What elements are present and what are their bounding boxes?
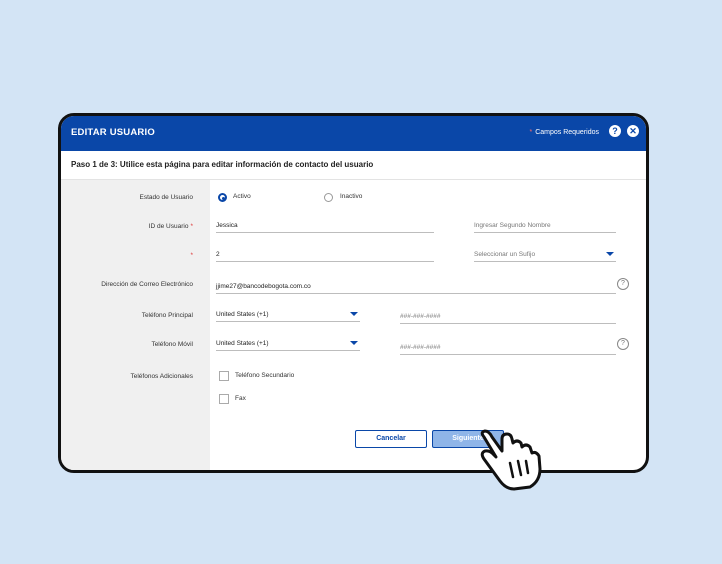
middle-name-field[interactable]: Ingresar Segundo Nombre [474,218,616,233]
middle-name-placeholder: Ingresar Segundo Nombre [474,222,551,229]
chevron-down-icon [350,341,358,345]
status-inactive-label: Inactivo [340,193,363,200]
mobile-phone-country: United States (+1) [216,340,269,347]
chevron-down-icon [350,312,358,316]
mobile-phone-label: Teléfono Móvil [151,341,193,348]
fax-checkbox[interactable] [219,394,229,404]
last-name-field[interactable]: 2 [216,247,434,262]
secondary-phone-checkbox[interactable] [219,371,229,381]
edit-user-dialog: EDITAR USUARIO * Campos Requeridos ? ✕ Pa… [58,113,649,473]
main-phone-input[interactable]: ###-###-#### [400,309,616,324]
required-fields-label: Campos Requeridos [535,129,599,136]
email-label: Dirección de Correo Electrónico [101,281,193,288]
status-active-radio[interactable] [218,193,227,202]
chevron-down-icon [606,252,614,256]
main-phone-placeholder: ###-###-#### [400,313,441,320]
main-phone-label: Teléfono Principal [141,312,193,319]
status-label: Estado de Usuario [139,194,193,201]
secondary-phone-label: Teléfono Secundario [235,372,295,379]
required-star: * [190,223,193,230]
last-name-label: * [188,252,193,259]
mobile-phone-country-select[interactable]: United States (+1) [216,336,360,351]
cancel-button[interactable]: Cancelar [355,430,427,448]
close-icon[interactable]: ✕ [627,125,639,137]
dialog-title: EDITAR USUARIO [71,127,155,138]
hand-cursor-icon [480,429,542,491]
status-active-label: Activo [233,193,251,200]
last-name-value: 2 [216,251,220,258]
mobile-phone-input[interactable]: ###-###-#### [400,340,616,355]
suffix-select[interactable]: Seleccionar un Sufijo [474,247,616,262]
help-icon[interactable]: ? [617,278,629,290]
step-indicator: Paso 1 de 3: Utilice esta página para ed… [61,151,646,180]
help-icon[interactable]: ? [617,338,629,350]
required-star: * [190,252,193,259]
help-icon[interactable]: ? [609,125,621,137]
dialog-header: EDITAR USUARIO * Campos Requeridos ? ✕ [61,116,646,151]
step-text: Paso 1 de 3: Utilice esta página para ed… [71,160,374,169]
suffix-placeholder: Seleccionar un Sufijo [474,251,536,258]
status-inactive-radio[interactable] [324,193,333,202]
required-star: * [529,129,533,136]
mobile-phone-placeholder: ###-###-#### [400,344,441,351]
main-phone-country-select[interactable]: United States (+1) [216,307,360,322]
email-value: jjime27@bancodebogota.com.co [216,283,311,290]
user-id-label: ID de Usuario * [149,223,193,230]
email-field[interactable]: jjime27@bancodebogota.com.co [216,279,616,294]
first-name-value: Jessica [216,222,238,229]
first-name-field[interactable]: Jessica [216,218,434,233]
fax-label: Fax [235,395,246,402]
user-id-label-text: ID de Usuario [148,223,189,230]
required-fields-note: * Campos Requeridos [529,129,599,136]
additional-phones-label: Teléfonos Adicionales [130,373,193,380]
main-phone-country: United States (+1) [216,311,269,318]
